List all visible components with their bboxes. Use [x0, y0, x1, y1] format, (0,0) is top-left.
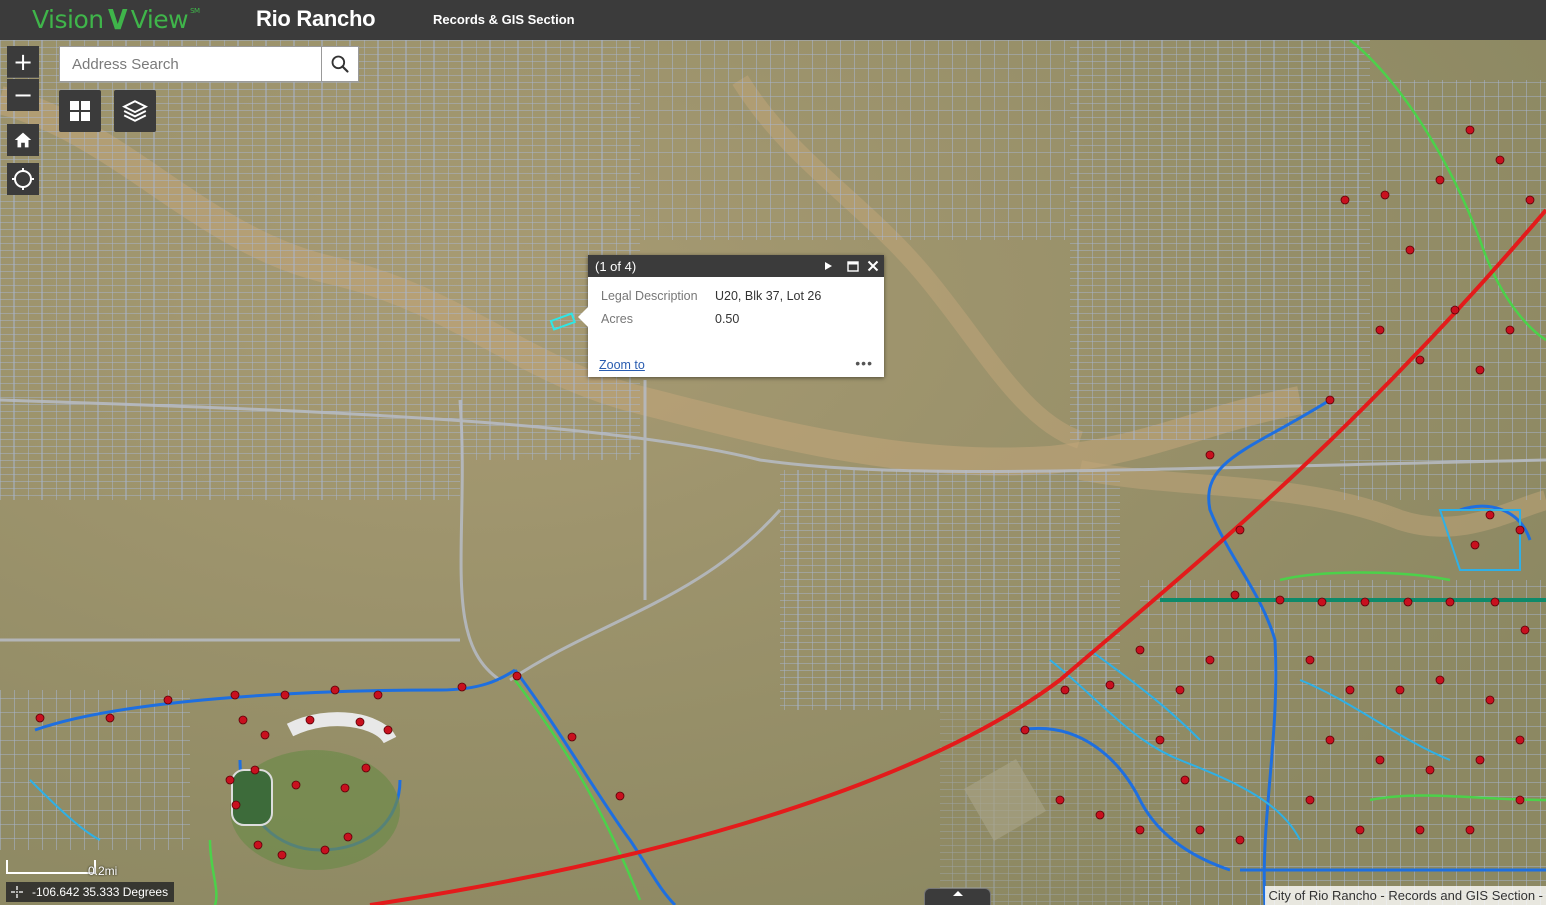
attribute-label: Acres — [601, 312, 633, 326]
scale-bar — [6, 860, 96, 874]
popup-body: Legal Description U20, Blk 37, Lot 26 Ac… — [588, 277, 884, 335]
search-icon — [331, 55, 349, 73]
popup-maximize-button[interactable] — [845, 258, 861, 274]
address-search — [59, 46, 359, 82]
logo-v-mark: V — [107, 2, 128, 36]
widgets-button[interactable] — [59, 90, 101, 132]
attribute-value: 0.50 — [715, 312, 740, 326]
close-icon — [867, 260, 879, 272]
attribute-label: Legal Description — [601, 289, 698, 303]
vision-view-logo: Vision V View SM — [32, 2, 200, 36]
stadium-track — [231, 769, 273, 826]
map-attribution: City of Rio Rancho - Records and GIS Sec… — [1265, 886, 1546, 905]
home-button[interactable] — [7, 124, 39, 156]
more-options-button[interactable]: ••• — [855, 356, 873, 372]
popup-close-button[interactable] — [865, 258, 881, 274]
app-title: Rio Rancho — [256, 6, 376, 31]
attribute-row-acres: Acres 0.50 — [601, 312, 884, 335]
search-button[interactable] — [321, 47, 358, 81]
attribute-value: U20, Blk 37, Lot 26 — [715, 289, 822, 303]
popup-pointer — [578, 307, 588, 327]
zoom-in-button[interactable]: + — [7, 46, 39, 78]
chevron-up-icon — [952, 891, 963, 896]
popup-next-button[interactable] — [820, 258, 836, 274]
grid-icon — [70, 101, 90, 121]
app-header: Vision V View SM Rio Rancho Records & GI… — [0, 0, 1546, 40]
zoom-to-link[interactable]: Zoom to — [599, 358, 645, 372]
layers-icon — [122, 100, 148, 122]
logo-text-vision: Vision — [32, 4, 104, 34]
attribute-row-legal-description: Legal Description U20, Blk 37, Lot 26 — [601, 289, 884, 312]
feature-popup: (1 of 4) Legal Description U20, Blk 37, … — [578, 255, 884, 377]
popup-footer: Zoom to ••• — [599, 356, 873, 372]
map-canvas[interactable] — [0, 40, 1546, 905]
zoom-out-button[interactable]: − — [7, 79, 39, 111]
locate-button[interactable] — [7, 163, 39, 195]
attribute-table-toggle[interactable] — [924, 888, 991, 905]
locate-icon — [12, 168, 34, 190]
scale-label: 0.2mi — [88, 864, 118, 878]
popup-counter: (1 of 4) — [595, 258, 637, 274]
map-view[interactable] — [0, 40, 1546, 905]
coordinate-text: -106.642 35.333 Degrees — [32, 885, 169, 899]
address-search-input[interactable] — [60, 47, 321, 81]
layers-button[interactable] — [114, 90, 156, 132]
maximize-icon — [847, 260, 859, 272]
coordinate-readout[interactable]: -106.642 35.333 Degrees — [6, 882, 175, 902]
logo-text-view: View — [130, 4, 189, 34]
play-next-icon — [825, 262, 832, 270]
section-title: Records & GIS Section — [433, 12, 575, 27]
logo-sm-mark: SM — [190, 7, 200, 15]
home-icon — [14, 132, 32, 148]
crosshair-icon — [10, 885, 24, 899]
popup-header: (1 of 4) — [588, 255, 884, 277]
